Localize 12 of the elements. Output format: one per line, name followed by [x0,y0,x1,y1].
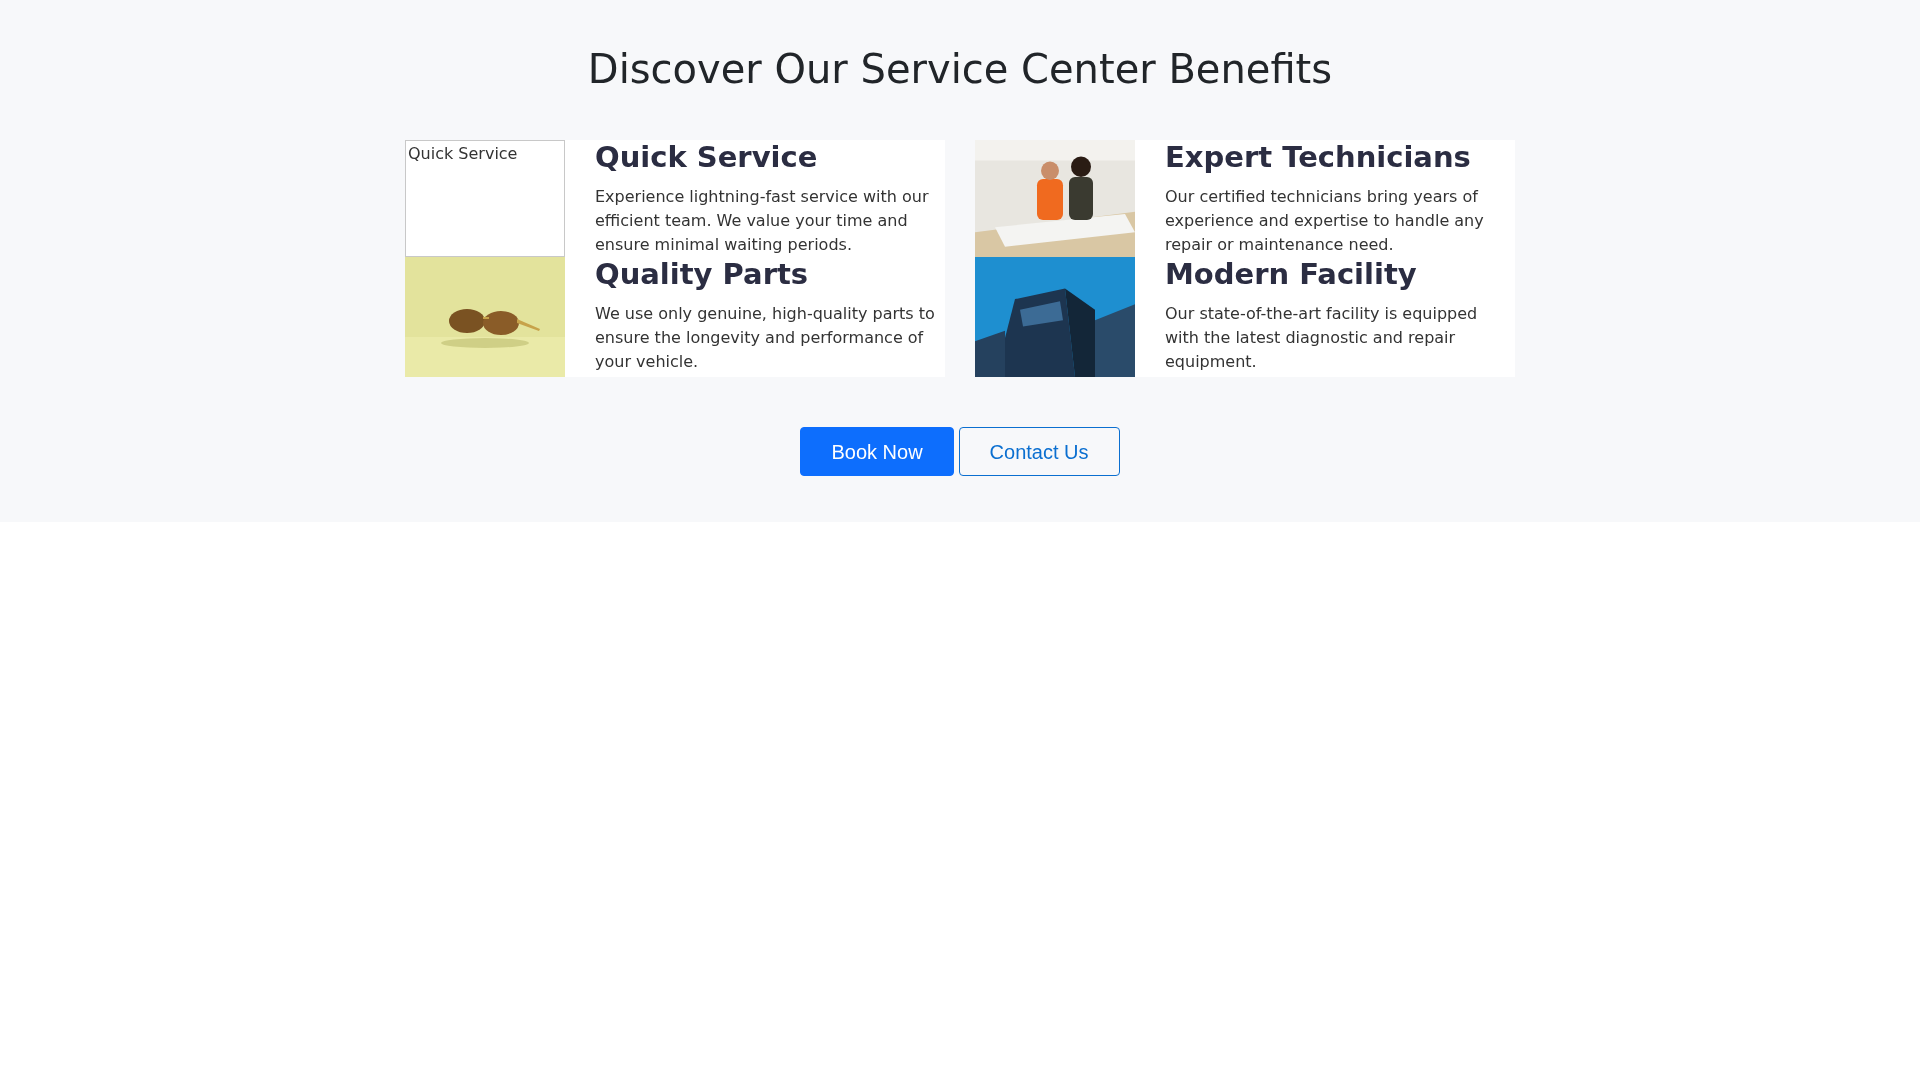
benefit-description: Our state-of-the-art facility is equipped with the latest diagnostic and repair equipment. [1165,303,1479,373]
section-heading: Discover Our Service Center Benefits [587,45,1333,94]
benefit-description: Experience lightning-fast service with our efficient team. We value your time and ensure minimal waiting periods. [595,186,930,256]
benefit-title: Expert Technicians [1165,140,1472,174]
benefit-title: Quality Parts [595,257,810,291]
benefit-title: Quick Service [595,140,819,174]
benefit-description: We use only genuine, high-quality parts to ensure the longevity and performance of your vehicle. [595,303,936,373]
benefit-description: Our certified technicians bring years of experience and expertise to handle any repair or maintenance need. [1165,186,1485,256]
broken-image: Quick Service [405,140,565,257]
benefit-title: Modern Facility [1165,257,1418,291]
book-button[interactable]: Book Now [800,427,954,476]
contact-button[interactable]: Contact Us [958,427,1120,476]
